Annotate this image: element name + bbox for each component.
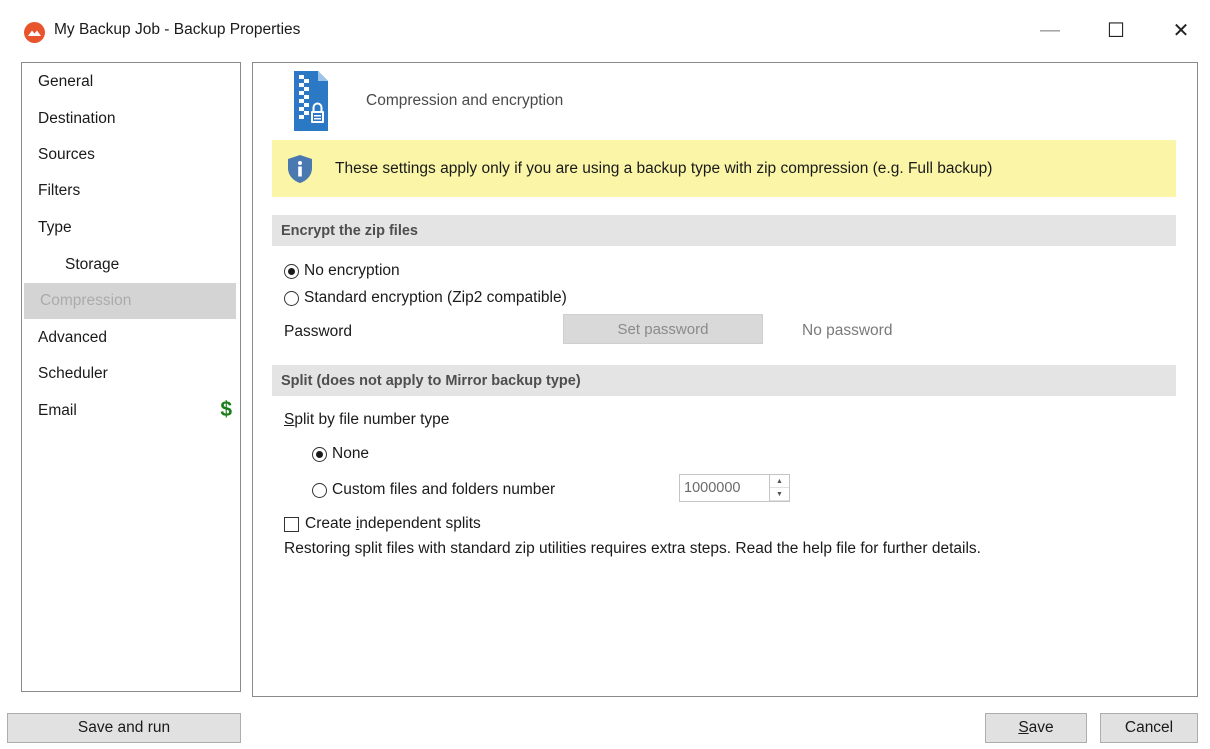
- cancel-button[interactable]: Cancel: [1100, 713, 1198, 743]
- independent-splits-label: Create independent splits: [305, 515, 481, 533]
- window-title: My Backup Job - Backup Properties: [54, 21, 301, 38]
- app-logo-icon: [24, 22, 45, 43]
- radio-no-encryption[interactable]: No encryption: [284, 262, 400, 280]
- sidebar-nav: General Destination Sources Filters Type…: [21, 62, 241, 692]
- dollar-icon: $: [220, 398, 232, 421]
- stepper-down-icon[interactable]: ▼: [770, 488, 789, 501]
- split-section-header: Split (does not apply to Mirror backup t…: [272, 365, 1176, 396]
- checkbox[interactable]: [284, 516, 299, 532]
- sidebar-item-storage[interactable]: Storage: [22, 247, 240, 283]
- split-type-label: Split by file number type: [284, 411, 449, 429]
- radio-button[interactable]: [284, 290, 299, 306]
- save-and-run-button[interactable]: Save and run: [7, 713, 241, 743]
- radio-standard-encryption[interactable]: Standard encryption (Zip2 compatible): [284, 289, 567, 307]
- minimize-button[interactable]: —: [1038, 18, 1062, 42]
- radio-standard-encryption-label: Standard encryption (Zip2 compatible): [304, 289, 567, 306]
- content-panel: Compression and encryption These setting…: [252, 62, 1198, 697]
- sidebar-item-filters[interactable]: Filters: [22, 173, 240, 209]
- zip-lock-icon: [294, 71, 328, 131]
- radio-button-checked[interactable]: [284, 263, 299, 279]
- split-type-label-rest: plit by file number type: [294, 411, 450, 428]
- password-label: Password: [284, 323, 353, 340]
- split-help-note: Restoring split files with standard zip …: [284, 540, 981, 557]
- maximize-button[interactable]: ☐: [1104, 18, 1128, 42]
- stepper-up-icon[interactable]: ▲: [770, 475, 789, 488]
- split-number-value[interactable]: 1000000: [680, 475, 769, 501]
- independent-splits-label-b: ndependent splits: [359, 515, 481, 532]
- sidebar-item-email-label: Email: [38, 402, 77, 419]
- save-label-rest: ave: [1028, 719, 1054, 736]
- sidebar-item-type[interactable]: Type: [22, 210, 240, 246]
- page-title: Compression and encryption: [366, 92, 564, 109]
- save-mnemonic: S: [1018, 719, 1029, 736]
- radio-split-none[interactable]: None: [312, 445, 369, 463]
- info-banner: These settings apply only if you are usi…: [272, 140, 1176, 197]
- encrypt-section-header: Encrypt the zip files: [272, 215, 1176, 246]
- sidebar-item-sources[interactable]: Sources: [22, 137, 240, 173]
- save-button[interactable]: Save: [985, 713, 1087, 743]
- sidebar-item-destination[interactable]: Destination: [22, 101, 240, 137]
- set-password-button[interactable]: Set password: [563, 314, 763, 344]
- radio-no-encryption-label: No encryption: [304, 262, 400, 279]
- sidebar-item-email[interactable]: Email $: [22, 393, 240, 429]
- radio-button[interactable]: [312, 482, 327, 498]
- radio-button-checked[interactable]: [312, 446, 327, 462]
- close-button[interactable]: ✕: [1169, 18, 1193, 42]
- sidebar-item-advanced[interactable]: Advanced: [22, 320, 240, 356]
- password-status: No password: [802, 322, 893, 339]
- shield-info-icon: [288, 155, 312, 183]
- title-bar: My Backup Job - Backup Properties — ☐ ✕: [0, 0, 1210, 62]
- split-type-mnemonic: S: [284, 411, 295, 428]
- info-text: These settings apply only if you are usi…: [335, 160, 993, 177]
- stepper-buttons: ▲ ▼: [769, 475, 789, 501]
- independent-splits-checkbox[interactable]: Create independent splits: [284, 515, 481, 533]
- split-number-stepper[interactable]: 1000000 ▲ ▼: [679, 474, 790, 502]
- sidebar-item-general[interactable]: General: [22, 64, 240, 100]
- radio-split-custom[interactable]: Custom files and folders number: [312, 481, 555, 499]
- sidebar-item-scheduler[interactable]: Scheduler: [22, 356, 240, 392]
- radio-split-none-label: None: [332, 445, 370, 462]
- radio-split-custom-label: Custom files and folders number: [332, 481, 556, 498]
- sidebar-item-compression[interactable]: Compression: [24, 283, 236, 319]
- independent-splits-label-a: Create: [305, 515, 356, 532]
